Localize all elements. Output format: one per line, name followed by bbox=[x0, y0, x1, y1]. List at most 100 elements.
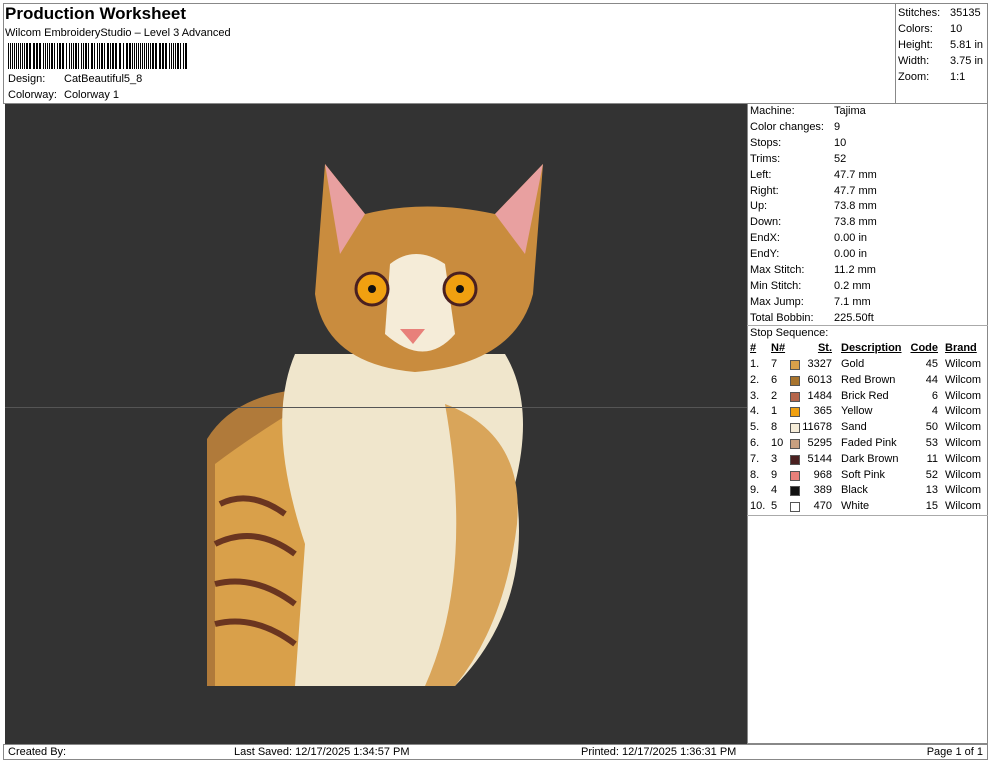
color-row: 3. 2 1484 Brick Red 6 Wilcom bbox=[750, 390, 988, 405]
stat-label: Stitches: bbox=[898, 7, 941, 19]
stats-box: Stitches: 35135 Colors: 10 Height: 5.81 in Wid… bbox=[895, 3, 988, 104]
machine-row: Min Stitch: 0.2 mm bbox=[750, 279, 871, 292]
machine-label: EndY: bbox=[750, 248, 780, 261]
row-num: 1. bbox=[750, 358, 760, 370]
machine-value: 47.7 mm bbox=[834, 184, 877, 197]
barcode-bar bbox=[71, 43, 72, 69]
barcode-bar bbox=[152, 43, 154, 69]
color-row: 9. 4 389 Black 13 Wilcom bbox=[750, 484, 988, 499]
barcode-bar bbox=[8, 43, 9, 69]
color-swatch bbox=[790, 391, 800, 402]
brand: Wilcom bbox=[945, 500, 982, 513]
barcode-bar bbox=[123, 43, 124, 69]
barcode-bar bbox=[129, 43, 131, 69]
barcode-bar bbox=[22, 43, 23, 69]
needle: 7 bbox=[771, 358, 778, 370]
barcode-bar bbox=[150, 43, 151, 69]
design-value: CatBeautiful5_8 bbox=[64, 73, 143, 85]
brand: Wilcom bbox=[945, 373, 982, 386]
col-num: # bbox=[750, 342, 757, 354]
barcode-bar bbox=[175, 43, 176, 69]
col-brand: Brand bbox=[945, 342, 977, 354]
barcode-bar bbox=[171, 43, 172, 69]
barcode-bar bbox=[180, 43, 181, 69]
code: 6 bbox=[931, 389, 938, 402]
barcode-bar bbox=[33, 43, 35, 69]
stitches: 3327 bbox=[807, 358, 832, 370]
footer: Created By: Last Saved: 12/17/2025 1:34:… bbox=[3, 744, 988, 760]
code: 53 bbox=[925, 437, 938, 449]
machine-row: Max Stitch: 11.2 mm bbox=[750, 264, 876, 276]
machine-value: Tajima bbox=[834, 105, 866, 117]
brand: Wilcom bbox=[945, 437, 982, 449]
barcode-bar bbox=[18, 43, 19, 69]
barcode-bar bbox=[73, 43, 74, 69]
center-guide-line bbox=[5, 407, 747, 408]
barcode-bar bbox=[88, 43, 89, 69]
barcode-bar bbox=[54, 43, 55, 69]
stitches: 389 bbox=[813, 484, 832, 497]
machine-label: Min Stitch: bbox=[750, 279, 802, 292]
machine-label: EndX: bbox=[750, 232, 780, 245]
stat-label: Zoom: bbox=[898, 71, 930, 83]
brand: Wilcom bbox=[945, 389, 982, 402]
barcode-bar bbox=[57, 43, 58, 69]
description: Gold bbox=[841, 358, 865, 370]
code: 13 bbox=[925, 484, 938, 497]
needle: 6 bbox=[771, 373, 778, 386]
cat-embroidery-image bbox=[207, 164, 543, 686]
machine-value: 11.2 mm bbox=[834, 264, 876, 276]
color-swatch bbox=[790, 470, 800, 481]
machine-value: 10 bbox=[834, 136, 847, 149]
barcode-bar bbox=[132, 43, 133, 69]
barcode-bar bbox=[173, 43, 174, 69]
barcode-bar bbox=[97, 43, 98, 69]
design-label: Design: bbox=[8, 73, 46, 85]
divider bbox=[747, 325, 988, 326]
machine-value: 0.00 in bbox=[834, 248, 868, 261]
barcode-bar bbox=[126, 43, 128, 69]
code: 15 bbox=[925, 500, 938, 513]
machine-label: Up: bbox=[750, 200, 768, 213]
barcode-bar bbox=[138, 43, 139, 69]
barcode-bar bbox=[49, 43, 50, 69]
colorway-value: Colorway 1 bbox=[64, 89, 120, 101]
barcode-bar bbox=[94, 43, 95, 69]
barcode bbox=[8, 43, 219, 69]
color-row: 4. 1 365 Yellow 4 Wilcom bbox=[750, 405, 988, 420]
barcode-bar bbox=[59, 43, 61, 69]
barcode-bar bbox=[47, 43, 48, 69]
color-swatch bbox=[790, 486, 800, 497]
colorway-label: Colorway: bbox=[8, 89, 57, 101]
stat-row: Height: 5.81 in bbox=[898, 39, 983, 51]
machine-row: Right: 47.7 mm bbox=[750, 185, 877, 197]
row-num: 2. bbox=[750, 373, 760, 386]
barcode-bar bbox=[99, 43, 100, 69]
color-table-header: # N# St. Description Code Brand bbox=[750, 342, 988, 357]
machine-label: Total Bobbin: bbox=[750, 311, 814, 324]
row-num: 8. bbox=[750, 468, 760, 481]
color-row: 2. 6 6013 Red Brown 44 Wilcom bbox=[750, 374, 988, 389]
row-num: 5. bbox=[750, 421, 760, 434]
description: Dark Brown bbox=[841, 452, 899, 465]
description: Red Brown bbox=[841, 373, 896, 386]
description: White bbox=[841, 500, 870, 513]
barcode-bar bbox=[144, 43, 145, 69]
barcode-bar bbox=[155, 43, 157, 69]
machine-label: Trims: bbox=[750, 152, 781, 165]
needle: 10 bbox=[771, 437, 784, 449]
row-num: 9. bbox=[750, 484, 760, 497]
design-preview bbox=[5, 104, 747, 744]
barcode-bar bbox=[101, 43, 103, 69]
color-swatch bbox=[790, 454, 800, 465]
machine-value: 225.50ft bbox=[834, 311, 874, 324]
barcode-bar bbox=[85, 43, 87, 69]
code: 11 bbox=[926, 452, 938, 465]
software-name: Wilcom EmbroideryStudio – Level 3 Advanc… bbox=[5, 27, 231, 39]
barcode-bar bbox=[78, 43, 79, 69]
color-row: 5. 8 11678 Sand 50 Wilcom bbox=[750, 421, 988, 436]
barcode-bar bbox=[110, 43, 111, 69]
barcode-bar bbox=[51, 43, 53, 69]
machine-row: Trims: 52 bbox=[750, 152, 846, 165]
barcode-bar bbox=[29, 43, 31, 69]
